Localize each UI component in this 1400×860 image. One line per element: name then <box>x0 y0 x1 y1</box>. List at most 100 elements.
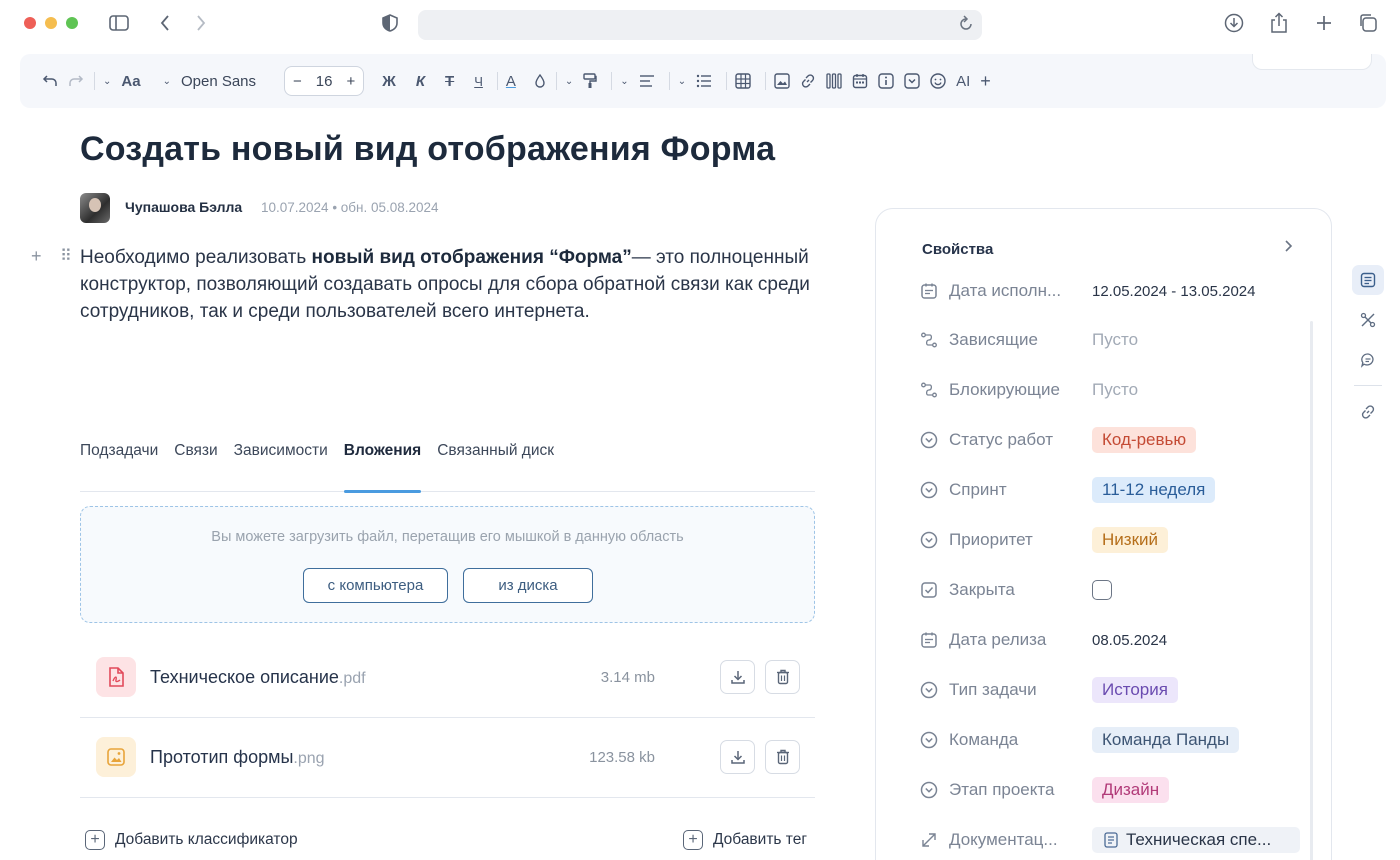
image-icon[interactable] <box>774 67 790 95</box>
property-value[interactable]: 12.05.2024 - 13.05.2024 <box>1092 283 1255 300</box>
delete-file-button[interactable] <box>765 740 800 774</box>
strikethrough-button[interactable]: Т <box>445 67 454 95</box>
address-bar[interactable] <box>418 10 982 40</box>
new-tab-icon[interactable] <box>1311 10 1337 36</box>
tabs-icon[interactable] <box>1355 10 1381 36</box>
property-value[interactable]: Пусто <box>1092 380 1138 400</box>
property-project-stage[interactable]: Этап проекта Дизайн <box>918 775 1308 805</box>
property-team[interactable]: Команда Команда Панды <box>918 725 1308 755</box>
upload-from-computer-button[interactable]: с компьютера <box>303 568 448 603</box>
upload-from-disk-button[interactable]: из диска <box>463 568 593 603</box>
tab-attachments[interactable]: Вложения <box>343 440 422 493</box>
share-icon[interactable] <box>1266 10 1292 36</box>
calendar-icon[interactable] <box>852 67 868 95</box>
chevron-down-icon[interactable]: ⌄ <box>163 67 171 95</box>
decrease-font-button[interactable]: − <box>293 73 302 90</box>
file-dropzone[interactable]: Вы можете загрузить файл, перетащив его … <box>80 506 815 623</box>
link-icon[interactable] <box>1352 397 1384 427</box>
add-block-icon[interactable]: + <box>31 246 42 267</box>
font-size-stepper[interactable]: − 16 + <box>284 66 365 96</box>
property-value[interactable]: Пусто <box>1092 330 1138 350</box>
chevron-right-icon[interactable] <box>1283 239 1293 258</box>
dropdown-block-icon[interactable] <box>904 67 920 95</box>
tab-subtasks[interactable]: Подзадачи <box>80 440 158 492</box>
author-name[interactable]: Чупашова Бэлла <box>125 199 242 215</box>
property-task-type[interactable]: Тип задачи История <box>918 675 1308 705</box>
text-color-button[interactable]: A <box>506 67 516 95</box>
tab-links[interactable]: Связи <box>174 440 217 492</box>
table-icon[interactable] <box>735 67 751 95</box>
add-tag-button[interactable]: + Добавить тег <box>683 830 807 850</box>
chevron-down-icon[interactable]: ⌄ <box>565 67 573 95</box>
property-work-status[interactable]: Статус работ Код-ревью <box>918 425 1308 455</box>
font-family-select[interactable]: Open Sans <box>181 73 256 90</box>
file-name[interactable]: Прототип формы.png <box>150 747 325 768</box>
minimize-window-button[interactable] <box>45 17 57 29</box>
ai-button[interactable]: AI <box>956 67 970 95</box>
add-classifier-button[interactable]: + Добавить классификатор <box>85 830 298 850</box>
close-window-button[interactable] <box>24 17 36 29</box>
redo-icon[interactable] <box>68 67 84 95</box>
text-size-icon[interactable]: Aa <box>121 67 140 95</box>
properties-panel-icon[interactable] <box>1352 265 1384 295</box>
underline-button[interactable]: Ч <box>474 67 483 95</box>
italic-button[interactable]: К <box>416 67 425 95</box>
property-sprint[interactable]: Спринт 11-12 неделя <box>918 475 1308 505</box>
link-icon[interactable] <box>800 67 816 95</box>
stage-badge[interactable]: Дизайн <box>1092 777 1170 803</box>
align-icon[interactable] <box>639 67 655 95</box>
chevron-down-icon[interactable]: ⌄ <box>620 67 628 95</box>
maximize-window-button[interactable] <box>66 17 78 29</box>
tools-icon[interactable] <box>1352 305 1384 335</box>
status-badge[interactable]: Код-ревью <box>1092 427 1197 453</box>
format-painter-icon[interactable] <box>583 67 597 95</box>
font-size-value[interactable]: 16 <box>316 73 333 90</box>
document-chip[interactable]: Техническая спе... <box>1092 827 1300 853</box>
property-priority[interactable]: Приоритет Низкий <box>918 525 1308 555</box>
info-block-icon[interactable] <box>878 67 894 95</box>
property-value[interactable]: 08.05.2024 <box>1092 632 1167 649</box>
columns-icon[interactable] <box>826 67 842 95</box>
highlight-icon[interactable] <box>534 67 546 95</box>
add-block-button[interactable]: + <box>980 67 991 95</box>
sidebar-icon[interactable] <box>106 10 132 36</box>
increase-font-button[interactable]: + <box>346 73 355 90</box>
delete-file-button[interactable] <box>765 660 800 694</box>
task-type-badge[interactable]: История <box>1092 677 1178 703</box>
property-blocking[interactable]: Блокирующие Пусто <box>918 375 1308 405</box>
chevron-down-icon[interactable]: ⌄ <box>678 67 686 95</box>
property-dependents[interactable]: Зависящие Пусто <box>918 325 1308 355</box>
tab-linked-disk[interactable]: Связанный диск <box>437 440 554 492</box>
shield-icon[interactable] <box>377 10 403 36</box>
avatar[interactable] <box>80 193 110 223</box>
description-lead: Необходимо реализовать <box>80 247 312 268</box>
property-closed[interactable]: Закрыта <box>918 575 1308 605</box>
download-file-button[interactable] <box>720 740 755 774</box>
tab-dependencies[interactable]: Зависимости <box>234 440 328 492</box>
undo-icon[interactable] <box>42 67 58 95</box>
drag-handle-icon[interactable]: ⠿ <box>60 246 72 266</box>
reload-icon[interactable] <box>958 15 974 38</box>
team-badge[interactable]: Команда Панды <box>1092 727 1240 753</box>
property-release-date[interactable]: Дата релиза 08.05.2024 <box>918 625 1308 655</box>
priority-badge[interactable]: Низкий <box>1092 527 1168 553</box>
download-file-button[interactable] <box>720 660 755 694</box>
sprint-badge[interactable]: 11-12 неделя <box>1092 477 1216 503</box>
description-paragraph[interactable]: Необходимо реализовать новый вид отображ… <box>80 244 810 325</box>
property-documentation[interactable]: Документац... Техническая спе... <box>918 825 1308 855</box>
list-icon[interactable] <box>696 67 712 95</box>
forward-icon[interactable] <box>188 10 214 36</box>
properties-scrollbar[interactable] <box>1310 321 1313 860</box>
file-row[interactable]: Прототип формы.png 123.58 kb <box>80 718 815 798</box>
file-name[interactable]: Техническое описание.pdf <box>150 667 366 688</box>
chevron-down-icon[interactable]: ⌄ <box>103 67 111 95</box>
bold-button[interactable]: Ж <box>382 67 396 95</box>
comments-icon[interactable] <box>1352 345 1384 375</box>
download-icon[interactable] <box>1221 10 1247 36</box>
back-icon[interactable] <box>152 10 178 36</box>
closed-checkbox[interactable] <box>1092 580 1112 600</box>
file-row[interactable]: Техническое описание.pdf 3.14 mb <box>80 638 815 718</box>
emoji-icon[interactable] <box>930 67 946 95</box>
property-due-date[interactable]: Дата исполн... 12.05.2024 - 13.05.2024 <box>918 276 1308 306</box>
properties-header[interactable]: Свойства <box>922 241 993 258</box>
